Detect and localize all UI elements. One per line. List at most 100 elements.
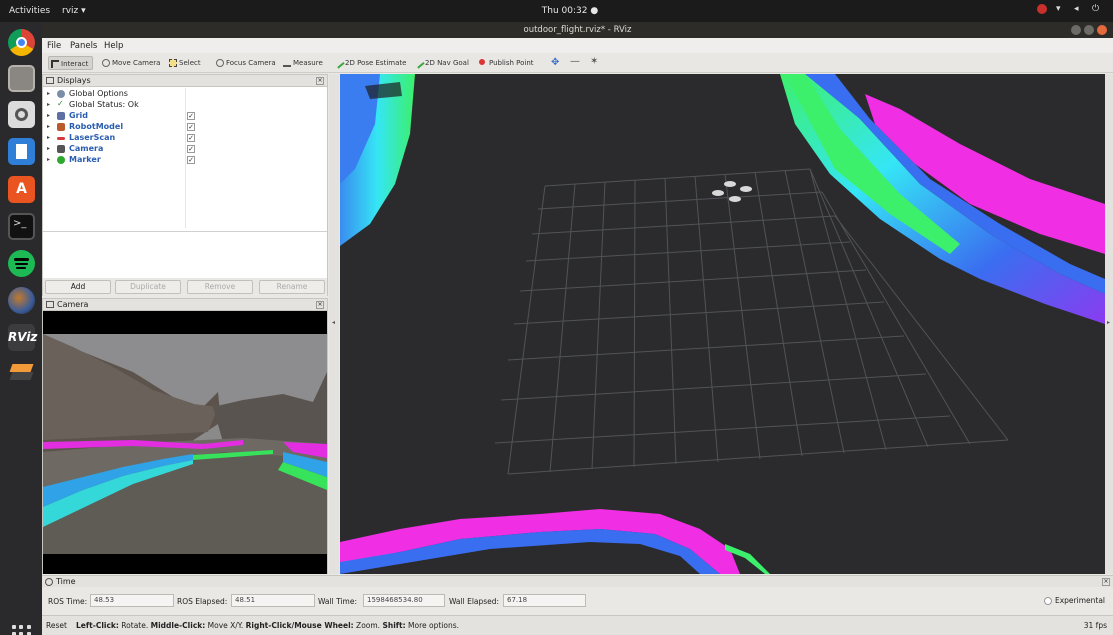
expand-arrow-icon[interactable]: ▸ (47, 88, 50, 99)
spotify-icon[interactable] (8, 250, 35, 277)
rename-button[interactable]: Rename (259, 280, 325, 294)
clock-icon (45, 578, 53, 586)
expand-arrow-icon[interactable]: ▸ (47, 99, 50, 110)
ros-elapsed-label: ROS Elapsed: (177, 597, 228, 606)
tool-label: Focus Camera (226, 59, 276, 67)
activities-button[interactable]: Activities (9, 6, 50, 16)
displays-panel: Displays × ▸ Global Options ▸ ✓ Global S… (42, 74, 328, 296)
menu-panels[interactable]: Panels (70, 41, 97, 51)
network-icon[interactable]: ▾ (1056, 4, 1065, 14)
robot-marker (712, 181, 752, 202)
enable-checkbox[interactable]: ✓ (187, 145, 195, 153)
time-panel: ROS Time: 48.53 ROS Elapsed: 48.51 Wall … (42, 588, 1113, 614)
green-arrow-icon (413, 57, 425, 69)
wall-time-label: Wall Time: (318, 597, 357, 606)
tree-item-label: Camera (69, 144, 104, 153)
tool-2d-pose-estimate[interactable]: 2D Pose Estimate (333, 56, 406, 70)
camera-image-view[interactable] (43, 312, 327, 574)
software-center-icon[interactable]: A (8, 176, 35, 203)
wall-elapsed-field[interactable]: 67.18 (503, 594, 586, 607)
tool-publish-point[interactable]: Publish Point (477, 56, 534, 70)
displays-panel-header[interactable]: Displays × (43, 75, 327, 87)
panel-close-icon[interactable]: × (1102, 578, 1110, 586)
expand-arrow-icon[interactable]: ▸ (47, 143, 50, 154)
tool-2d-nav-goal[interactable]: 2D Nav Goal (413, 56, 469, 70)
panel-splitter-right[interactable]: ▸ (1105, 74, 1113, 574)
help-key: Shift: (382, 621, 406, 630)
menu-help[interactable]: Help (104, 41, 123, 51)
tree-item-label: RobotModel (69, 122, 124, 131)
help-key: Left-Click: (76, 621, 119, 630)
globe-icon[interactable] (8, 287, 35, 314)
panel-splitter-left[interactable]: ◂ (329, 74, 339, 574)
app-menu[interactable]: rviz ▾ (62, 6, 86, 16)
menu-bar: File Panels Help (42, 38, 1113, 53)
grid-icon (57, 112, 65, 120)
experimental-toggle[interactable]: Experimental (1043, 596, 1105, 605)
remove-tool-icon[interactable]: — (570, 56, 580, 67)
enable-checkbox[interactable]: ✓ (187, 156, 195, 164)
tool-select[interactable]: Select (167, 56, 201, 70)
system-tray[interactable]: ▾ ◂ ⏻ (1037, 4, 1101, 14)
ros-time-field[interactable]: 48.53 (90, 594, 174, 607)
tool-measure[interactable]: Measure (281, 56, 323, 70)
wall-time-field[interactable]: 1598468534.80 (363, 594, 445, 607)
maximize-icon[interactable] (1084, 25, 1094, 35)
enable-checkbox[interactable]: ✓ (187, 112, 195, 120)
select-icon (169, 59, 177, 67)
move-camera-icon (102, 59, 110, 67)
rviz-window: outdoor_flight.rviz* - RViz File Panels … (42, 22, 1113, 635)
tree-item-label: LaserScan (69, 133, 116, 142)
enable-checkbox[interactable]: ✓ (187, 123, 195, 131)
disk-icon[interactable] (8, 101, 35, 128)
expand-arrow-icon[interactable]: ▸ (47, 154, 50, 165)
stack-icon[interactable] (8, 360, 35, 387)
document-icon[interactable] (8, 138, 35, 165)
enable-checkbox[interactable]: ✓ (187, 134, 195, 142)
rviz-icon[interactable]: RViz (8, 324, 37, 351)
menu-file[interactable]: File (47, 41, 61, 51)
checkmark-icon: ✓ (57, 99, 64, 108)
reset-button[interactable]: Reset (46, 621, 67, 630)
clock[interactable]: Thu 00:32 ● (540, 6, 600, 16)
pin-icon (479, 59, 485, 65)
window-titlebar[interactable]: outdoor_flight.rviz* - RViz (42, 22, 1113, 38)
ruler-icon (283, 59, 291, 67)
power-icon[interactable]: ⏻ (1092, 4, 1101, 14)
minimize-icon[interactable] (1071, 25, 1081, 35)
panel-close-icon[interactable]: × (316, 77, 324, 85)
duplicate-button[interactable]: Duplicate (115, 280, 181, 294)
window-controls (1071, 25, 1107, 35)
expand-arrow-icon[interactable]: ▸ (47, 132, 50, 143)
green-arrow-icon (333, 57, 345, 69)
desktop: Activities rviz ▾ Thu 00:32 ● ▾ ◂ ⏻ A >_… (0, 0, 1113, 635)
expand-arrow-icon[interactable]: ▸ (47, 121, 50, 132)
chrome-icon[interactable] (8, 29, 35, 56)
expand-arrow-icon[interactable]: ▸ (47, 110, 50, 121)
panel-title: Camera (57, 300, 89, 309)
camera-panel-header[interactable]: Camera × (43, 299, 327, 311)
help-key: Middle-Click: (150, 621, 206, 630)
time-panel-header[interactable]: Time × (42, 575, 1113, 587)
ros-elapsed-field[interactable]: 48.51 (231, 594, 315, 607)
tree-item-label: Global Options (69, 89, 128, 98)
tool-interact[interactable]: Interact (48, 56, 94, 70)
terminal-icon[interactable]: >_ (8, 213, 35, 240)
remove-button[interactable]: Remove (187, 280, 253, 294)
help-key: Right-Click/Mouse Wheel: (245, 621, 354, 630)
add-tool-icon[interactable]: ✥ (551, 57, 559, 68)
files-icon[interactable] (8, 65, 35, 92)
tool-focus-camera[interactable]: Focus Camera (214, 56, 276, 70)
help-text: Zoom. (353, 621, 383, 630)
add-button[interactable]: Add (45, 280, 111, 294)
experimental-radio[interactable] (1043, 597, 1052, 605)
tool-move-camera[interactable]: Move Camera (100, 56, 160, 70)
volume-icon[interactable]: ◂ (1074, 4, 1083, 14)
show-applications-icon[interactable] (12, 625, 31, 635)
tree-item-label: Grid (69, 111, 88, 120)
tool-properties-icon[interactable]: ✶ (590, 56, 598, 67)
notification-icon[interactable] (1037, 4, 1047, 14)
3d-render-view[interactable] (340, 74, 1105, 574)
panel-close-icon[interactable]: × (316, 301, 324, 309)
close-icon[interactable] (1097, 25, 1107, 35)
